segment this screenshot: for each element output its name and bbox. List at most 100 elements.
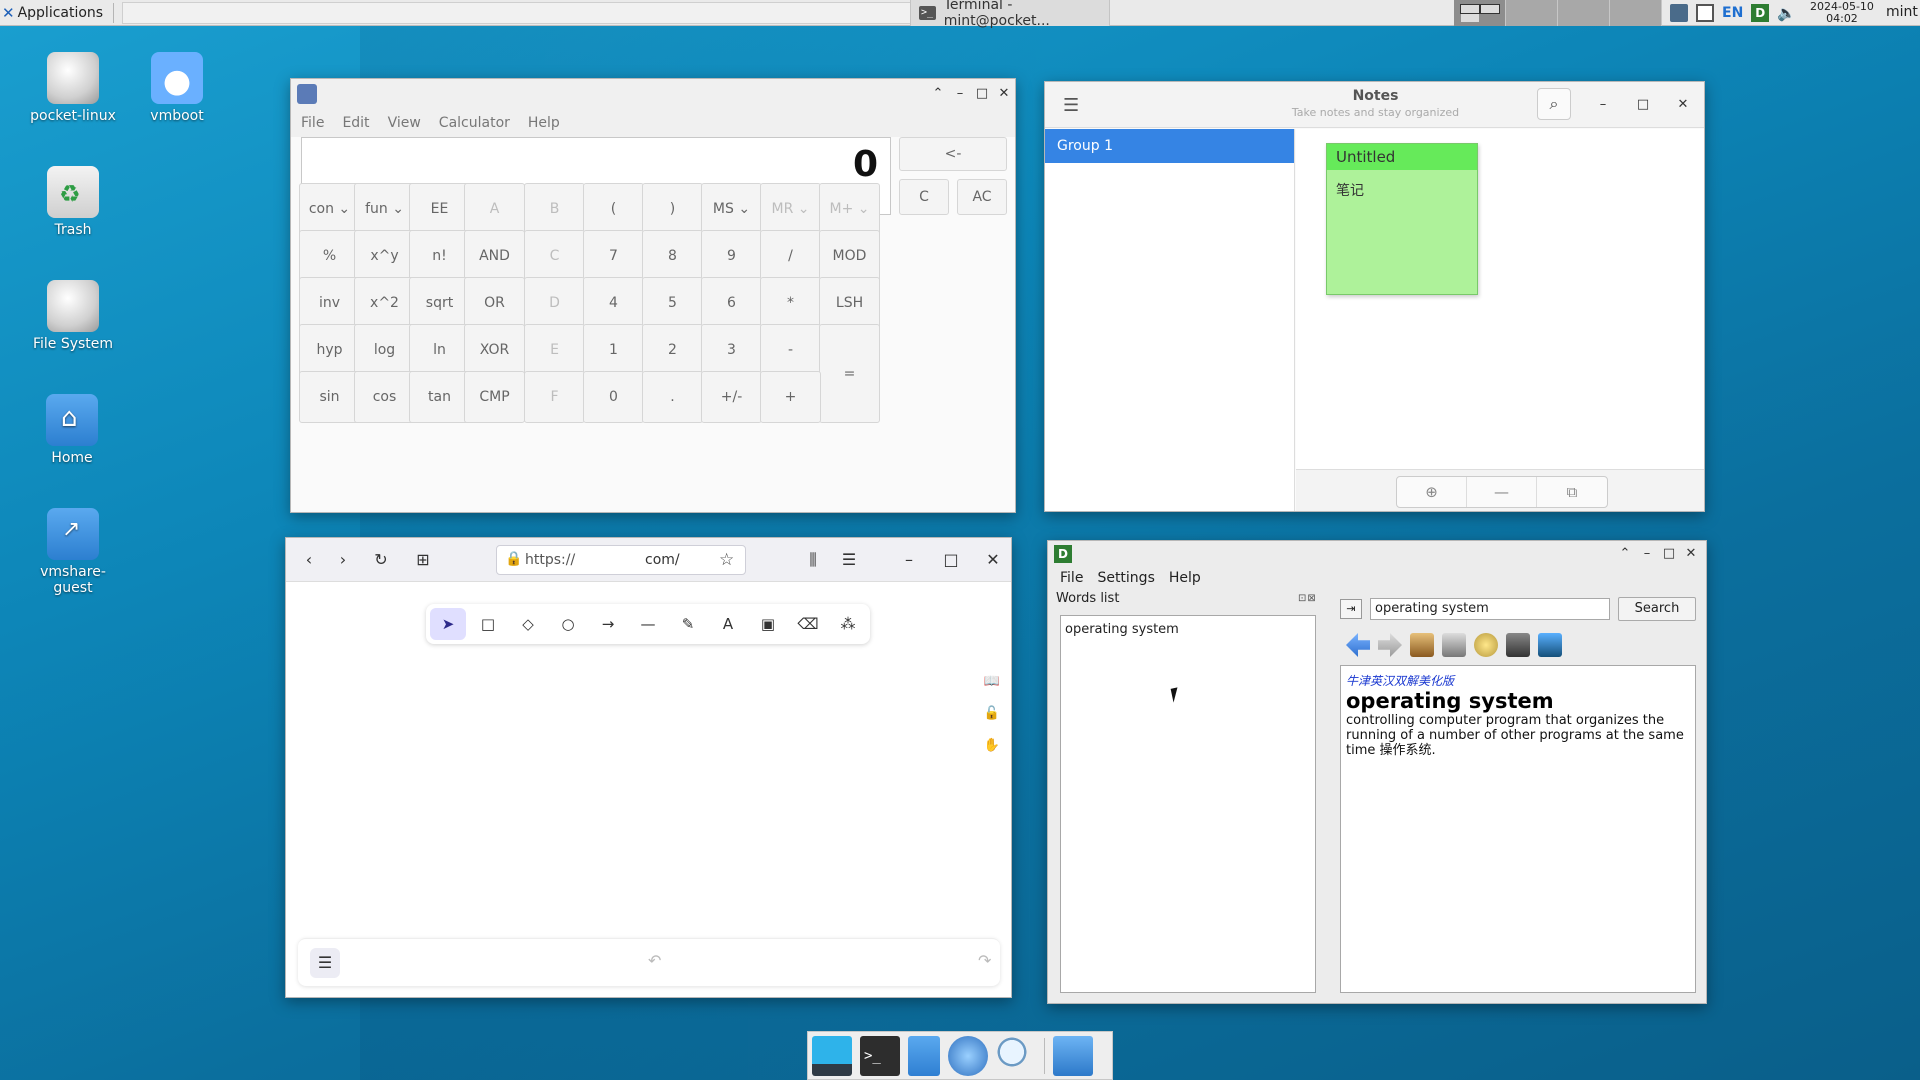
desktop-icon-vmboot[interactable]: vmboot — [117, 52, 237, 124]
bookmark-star-icon[interactable]: ☆ — [719, 550, 734, 570]
volume-icon[interactable]: 🔈 — [1777, 4, 1796, 22]
shade-button[interactable]: ⌃ — [1616, 545, 1634, 563]
key-8[interactable]: 8 — [642, 230, 703, 282]
desktop-icon-home[interactable]: Home — [12, 394, 132, 466]
key-0[interactable]: 0 — [583, 371, 644, 423]
key-ln[interactable]: ln — [409, 324, 470, 376]
key-c[interactable]: C — [524, 230, 585, 282]
sidebar-item-group-1[interactable]: Group 1 — [1045, 129, 1294, 163]
key-sin[interactable]: sin — [299, 371, 360, 423]
browser-menu-icon[interactable]: ☰ — [834, 546, 864, 574]
dictionary-titlebar[interactable]: D ⌃ – □ ✕ — [1048, 541, 1706, 567]
maximize-button[interactable]: □ — [1634, 96, 1652, 114]
notes-titlebar[interactable]: ☰ Notes Take notes and stay organized ⌕ … — [1045, 82, 1704, 128]
key-ee[interactable]: EE — [409, 183, 470, 235]
workspace-4[interactable] — [1610, 0, 1662, 26]
pencil-tool-icon[interactable]: ✎ — [670, 608, 706, 640]
key-b[interactable]: B — [524, 183, 585, 235]
redo-icon[interactable]: ↷ — [978, 951, 991, 970]
keyboard-layout-indicator[interactable]: EN — [1722, 5, 1743, 21]
menu-view[interactable]: View — [388, 115, 421, 131]
eraser-tool-icon[interactable]: ⌫ — [790, 608, 826, 640]
canvas-menu-icon[interactable]: ☰ — [310, 948, 340, 978]
calculator-titlebar[interactable]: ⌃ – □ ✕ — [291, 79, 1015, 109]
key-sqrt[interactable]: sqrt — [409, 277, 470, 329]
minimize-button[interactable]: – — [1594, 96, 1612, 114]
desktop-icon-trash[interactable]: Trash — [13, 166, 133, 238]
key-or[interactable]: OR — [464, 277, 525, 329]
reload-icon[interactable]: ↻ — [366, 546, 396, 574]
url-bar[interactable]: 🔒 https:// com/ ☆ — [496, 545, 746, 575]
key-6[interactable]: 6 — [701, 277, 762, 329]
key-negate[interactable]: +/- — [701, 371, 762, 423]
minimize-button[interactable]: – — [1638, 545, 1656, 563]
close-button[interactable]: ✕ — [1674, 96, 1692, 114]
forward-icon[interactable]: › — [328, 546, 358, 574]
file-manager-launcher-icon[interactable] — [908, 1035, 940, 1076]
key-con[interactable]: con ⌄ — [299, 183, 360, 235]
sticky-note-body[interactable]: 笔记 — [1327, 170, 1477, 210]
minimize-button[interactable]: – — [951, 85, 969, 103]
key-x2[interactable]: x^2 — [354, 277, 415, 329]
duplicate-note-icon[interactable]: ⧉ — [1537, 477, 1607, 507]
menu-file[interactable]: File — [1060, 570, 1083, 586]
key-percent[interactable]: % — [299, 230, 360, 282]
clipboard-icon[interactable] — [1410, 633, 1434, 657]
key-ms[interactable]: MS ⌄ — [701, 183, 762, 235]
clear-button[interactable]: C — [899, 179, 949, 215]
key-divide[interactable]: / — [760, 230, 821, 282]
close-button[interactable]: ✕ — [995, 85, 1013, 103]
notes-tray-icon[interactable] — [1696, 4, 1714, 22]
key-minus[interactable]: - — [760, 324, 821, 376]
key-d[interactable]: D — [524, 277, 585, 329]
all-clear-button[interactable]: AC — [957, 179, 1007, 215]
desktop-icon-file-system[interactable]: File System — [13, 280, 133, 352]
menu-calculator[interactable]: Calculator — [439, 115, 510, 131]
rectangle-tool-icon[interactable]: □ — [470, 608, 506, 640]
pronounce-icon[interactable] — [1474, 633, 1498, 657]
ellipse-tool-icon[interactable]: ○ — [550, 608, 586, 640]
backspace-button[interactable]: <- — [899, 137, 1007, 171]
key-close-paren[interactable]: ) — [642, 183, 703, 235]
new-tab-icon[interactable]: ⊞ — [408, 546, 438, 574]
key-hyp[interactable]: hyp — [299, 324, 360, 376]
back-icon[interactable]: ‹ — [294, 546, 324, 574]
key-open-paren[interactable]: ( — [583, 183, 644, 235]
key-xy[interactable]: x^y — [354, 230, 415, 282]
list-item[interactable]: operating system — [1065, 622, 1311, 637]
key-3[interactable]: 3 — [701, 324, 762, 376]
taskbar-item-terminal[interactable]: >_ Terminal - mint@pocket... — [910, 0, 1110, 29]
key-equals[interactable]: = — [819, 324, 880, 423]
key-inv[interactable]: inv — [299, 277, 360, 329]
library-book-icon[interactable]: 📖 — [979, 670, 1005, 694]
user-menu[interactable]: mint — [1886, 4, 1918, 20]
key-cos[interactable]: cos — [354, 371, 415, 423]
key-and[interactable]: AND — [464, 230, 525, 282]
maximize-button[interactable]: □ — [936, 546, 966, 574]
key-m[interactable]: M+ ⌄ — [819, 183, 880, 235]
close-button[interactable]: ✕ — [1682, 545, 1700, 563]
key-n[interactable]: n! — [409, 230, 470, 282]
dictionary-tray-icon[interactable]: D — [1751, 4, 1770, 22]
key-mod[interactable]: MOD — [819, 230, 880, 282]
menu-help[interactable]: Help — [1169, 570, 1201, 586]
maximize-button[interactable]: □ — [973, 85, 991, 103]
key-7[interactable]: 7 — [583, 230, 644, 282]
sticky-note-title[interactable]: Untitled — [1327, 144, 1477, 170]
desktop-icon-pocket-linux[interactable]: pocket-linux — [13, 52, 133, 124]
key-5[interactable]: 5 — [642, 277, 703, 329]
key-multiply[interactable]: * — [760, 277, 821, 329]
print-icon[interactable] — [1442, 633, 1466, 657]
undo-icon[interactable]: ↶ — [648, 951, 661, 970]
key-decimal[interactable]: . — [642, 371, 703, 423]
diamond-tool-icon[interactable]: ◇ — [510, 608, 546, 640]
key-plus[interactable]: + — [760, 371, 821, 423]
sticky-note[interactable]: Untitled 笔记 — [1326, 143, 1478, 295]
arrow-tool-icon[interactable]: → — [590, 608, 626, 640]
library-icon[interactable]: ⫼ — [798, 546, 828, 574]
search-input[interactable]: operating system — [1370, 598, 1610, 620]
words-list[interactable]: operating system — [1060, 615, 1316, 993]
text-tool-icon[interactable]: A — [710, 608, 746, 640]
unlock-icon[interactable]: 🔓 — [979, 702, 1005, 726]
line-tool-icon[interactable]: — — [630, 608, 666, 640]
